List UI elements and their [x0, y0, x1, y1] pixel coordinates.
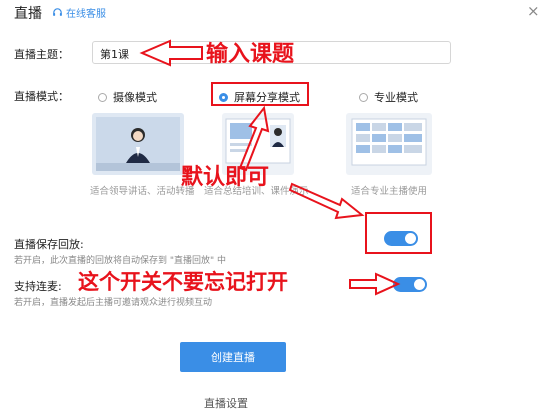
toggle-knob: [414, 279, 425, 290]
footer-label: 直播设置: [204, 397, 248, 410]
mode-option-camera[interactable]: 摄像模式: [98, 89, 157, 105]
co-host-label: 支持连麦:: [14, 280, 62, 293]
headset-icon: [53, 8, 62, 16]
online-service-label: 在线客服: [66, 9, 106, 20]
save-replay-hint: 若开启，此次直播的回放将自动保存到 "直播回放" 中: [14, 256, 227, 266]
radio-selected-icon: [219, 92, 228, 102]
create-live-button[interactable]: 创建直播: [180, 342, 286, 372]
annotation-default-ok: 默认即可: [181, 165, 270, 190]
save-replay-toggle[interactable]: [384, 231, 418, 246]
radio-icon: [359, 92, 368, 102]
professional-mode-preview[interactable]: [346, 113, 432, 175]
dialog-title: 直播: [14, 6, 42, 22]
mode-option-screen-share[interactable]: 屏幕分享模式: [219, 89, 300, 105]
toggle-knob: [405, 233, 416, 244]
professional-caption: 适合专业主播使用: [351, 186, 428, 197]
mode-option-professional[interactable]: 专业模式: [359, 89, 418, 105]
presenter-illustration: [96, 117, 180, 171]
annotation-remember-toggle: 这个开关不要忘记打开: [78, 270, 288, 294]
mode-label: 直播模式：: [14, 90, 69, 103]
annotation-input-topic: 输入课题: [206, 42, 295, 67]
mode-option-label: 专业模式: [374, 91, 418, 104]
camera-mode-caption: 适合领导讲话、活动转播: [90, 186, 195, 197]
mode-option-label: 摄像模式: [113, 91, 157, 104]
co-host-toggle[interactable]: [393, 277, 427, 292]
save-replay-label: 直播保存回放:: [14, 238, 84, 251]
camera-mode-preview[interactable]: [92, 113, 184, 175]
online-service-link[interactable]: 在线客服: [52, 5, 106, 20]
co-host-hint: 若开启，直播发起后主播可邀请观众进行视频互动: [14, 298, 213, 308]
grid-layout-illustration: [351, 118, 427, 166]
arrow-to-co-host-toggle: [349, 272, 401, 296]
radio-icon: [98, 92, 107, 102]
mode-option-label: 屏幕分享模式: [234, 91, 300, 104]
topic-label: 直播主题：: [14, 48, 69, 61]
close-icon[interactable]: ×: [527, 2, 540, 20]
